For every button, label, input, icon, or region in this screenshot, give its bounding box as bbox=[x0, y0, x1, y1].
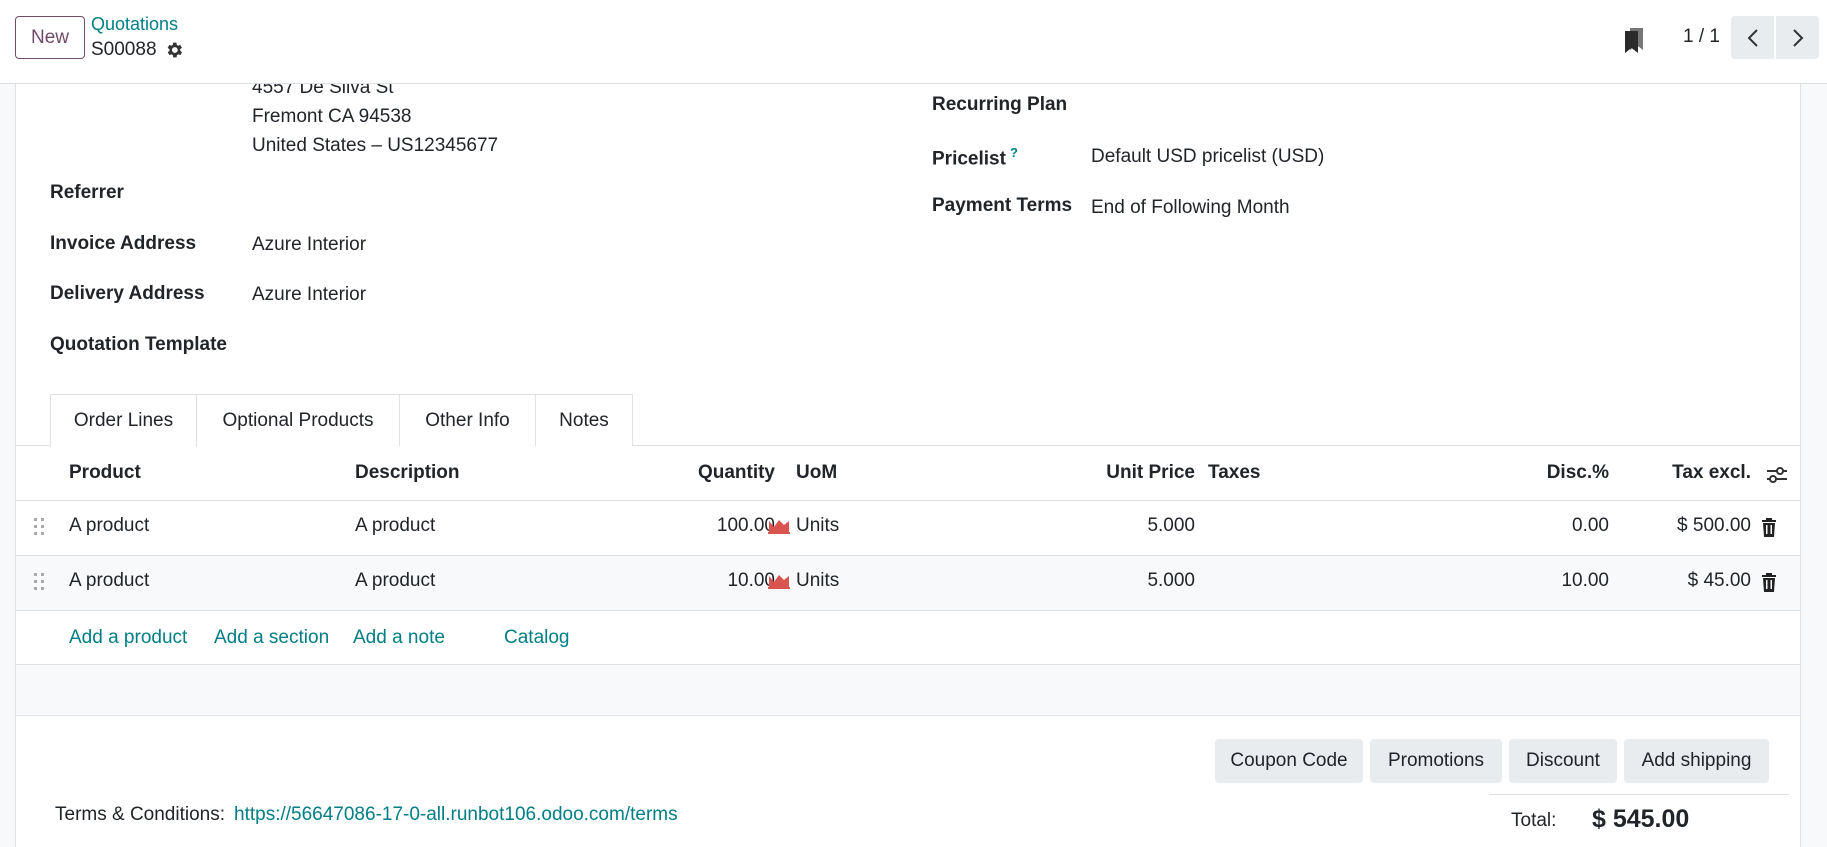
add-product-link[interactable]: Add a product bbox=[69, 627, 187, 649]
pager-previous-button[interactable] bbox=[1731, 16, 1774, 59]
tab-notes[interactable]: Notes bbox=[535, 394, 633, 446]
row-quantity[interactable]: 100.00 bbox=[636, 515, 775, 537]
tab-other-info[interactable]: Other Info bbox=[399, 394, 536, 446]
invoice-address-field[interactable]: Azure Interior bbox=[252, 234, 366, 256]
add-shipping-button[interactable]: Add shipping bbox=[1624, 739, 1769, 783]
pager-value[interactable]: 1 / 1 bbox=[1683, 26, 1720, 48]
total-amount: $ 545.00 bbox=[1592, 805, 1690, 833]
forecast-chart-icon[interactable] bbox=[768, 518, 790, 534]
col-header-description[interactable]: Description bbox=[355, 462, 460, 484]
drag-handle-icon[interactable] bbox=[32, 571, 46, 593]
pricelist-label-text: Pricelist bbox=[932, 148, 1006, 170]
payment-terms-label: Payment Terms bbox=[932, 195, 1073, 216]
recurring-plan-label: Recurring Plan bbox=[932, 94, 1068, 115]
bookmark-icon[interactable] bbox=[1622, 26, 1646, 54]
quotation-template-label: Quotation Template bbox=[50, 334, 227, 355]
table-empty-row bbox=[16, 665, 1800, 715]
promotions-button[interactable]: Promotions bbox=[1370, 739, 1502, 783]
row-description[interactable]: A product bbox=[355, 570, 435, 592]
col-header-unit-price[interactable]: Unit Price bbox=[1056, 462, 1195, 484]
gear-icon[interactable] bbox=[164, 40, 184, 60]
add-note-link[interactable]: Add a note bbox=[353, 627, 445, 649]
col-header-quantity[interactable]: Quantity bbox=[636, 462, 775, 484]
trash-icon[interactable] bbox=[1761, 518, 1777, 537]
row-quantity[interactable]: 10.00 bbox=[636, 570, 775, 592]
pricelist-label: Pricelist? bbox=[932, 145, 1018, 170]
add-section-link[interactable]: Add a section bbox=[214, 627, 329, 649]
col-header-product[interactable]: Product bbox=[69, 462, 141, 484]
control-panel: New Quotations S00088 1 / 1 bbox=[0, 0, 1827, 84]
delivery-address-label: Delivery Address bbox=[50, 283, 205, 304]
breadcrumb-current: S00088 bbox=[91, 39, 157, 60]
row-product[interactable]: A product bbox=[69, 515, 149, 537]
row-discount[interactable]: 10.00 bbox=[1466, 570, 1609, 592]
table-bottom-divider bbox=[16, 715, 1800, 716]
pager-next-button[interactable] bbox=[1776, 16, 1819, 59]
row-description[interactable]: A product bbox=[355, 515, 435, 537]
terms-link[interactable]: https://56647086-17-0-all.runbot106.odoo… bbox=[234, 804, 678, 826]
drag-handle-icon[interactable] bbox=[32, 516, 46, 538]
invoice-address-label: Invoice Address bbox=[50, 233, 197, 254]
row-divider bbox=[16, 610, 1800, 611]
address-country: United States – US12345677 bbox=[252, 135, 499, 156]
row-product[interactable]: A product bbox=[69, 570, 149, 592]
row-uom[interactable]: Units bbox=[796, 570, 839, 592]
total-label: Total: bbox=[1511, 810, 1557, 831]
trash-icon[interactable] bbox=[1761, 573, 1777, 592]
form-sheet: 4557 De Silva St Fremont CA 94538 United… bbox=[15, 84, 1801, 847]
chevron-right-icon bbox=[1792, 28, 1803, 47]
row-discount[interactable]: 0.00 bbox=[1466, 515, 1609, 537]
discount-button[interactable]: Discount bbox=[1509, 739, 1617, 783]
address-city: Fremont CA 94538 bbox=[252, 106, 412, 127]
row-unit-price[interactable]: 5.000 bbox=[1056, 515, 1195, 537]
catalog-link[interactable]: Catalog bbox=[504, 627, 570, 649]
pricelist-field[interactable]: Default USD pricelist (USD) bbox=[1091, 146, 1324, 168]
row-subtotal: $ 500.00 bbox=[1677, 515, 1751, 536]
terms-label: Terms & Conditions: bbox=[55, 804, 226, 825]
chevron-left-icon bbox=[1747, 28, 1758, 47]
forecast-chart-icon[interactable] bbox=[768, 573, 790, 589]
tab-order-lines[interactable]: Order Lines bbox=[50, 394, 197, 447]
help-tooltip-icon[interactable]: ? bbox=[1010, 145, 1018, 160]
breadcrumb-parent[interactable]: Quotations bbox=[91, 14, 178, 35]
referrer-label: Referrer bbox=[50, 182, 124, 203]
col-header-tax-excl[interactable]: Tax excl. bbox=[1616, 462, 1751, 484]
row-subtotal: $ 45.00 bbox=[1687, 570, 1751, 591]
row-uom[interactable]: Units bbox=[796, 515, 839, 537]
col-header-uom[interactable]: UoM bbox=[796, 462, 837, 484]
col-header-discount[interactable]: Disc.% bbox=[1466, 462, 1609, 484]
coupon-code-button[interactable]: Coupon Code bbox=[1215, 739, 1363, 783]
address-street: 4557 De Silva St bbox=[252, 84, 394, 98]
col-header-taxes[interactable]: Taxes bbox=[1208, 462, 1260, 484]
delivery-address-field[interactable]: Azure Interior bbox=[252, 284, 366, 306]
total-divider bbox=[1489, 794, 1789, 795]
tab-optional-products[interactable]: Optional Products bbox=[196, 394, 400, 446]
payment-terms-field[interactable]: End of Following Month bbox=[1091, 197, 1290, 219]
row-unit-price[interactable]: 5.000 bbox=[1056, 570, 1195, 592]
column-settings-icon[interactable] bbox=[1766, 465, 1788, 485]
new-button[interactable]: New bbox=[15, 16, 85, 59]
